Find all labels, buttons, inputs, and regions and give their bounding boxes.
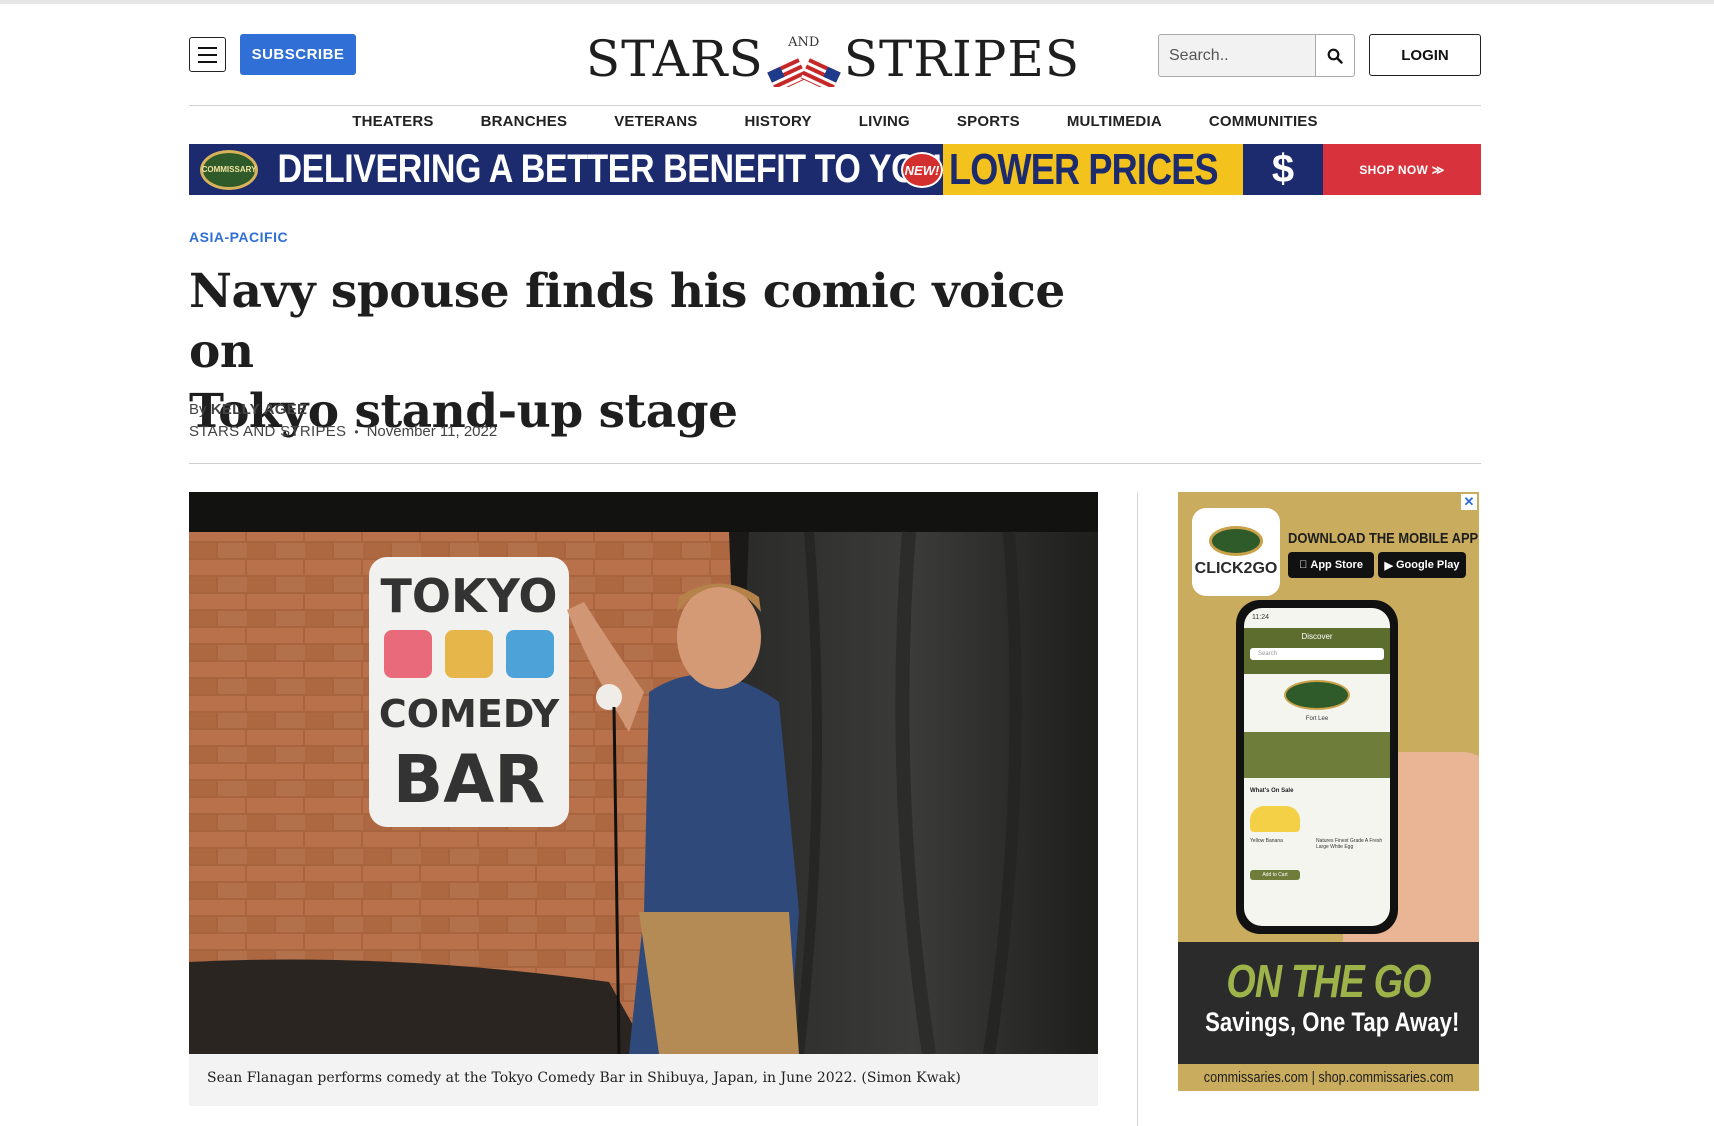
ad-urls-text: commissaries.com | shop.commissaries.com [1203, 1069, 1454, 1086]
ad-download-text: DOWNLOAD THE MOBILE APP [1288, 530, 1479, 547]
logo-stripes-text: STRIPES [843, 30, 1081, 88]
phone-section: What's On Sale [1250, 788, 1294, 794]
photo-caption-box: Sean Flanagan performs comedy at the Tok… [189, 1054, 1098, 1106]
article-date: November 11, 2022 [366, 423, 498, 440]
nav-item-living[interactable]: LIVING [859, 113, 910, 137]
top-ad-banner[interactable]: COMMISSARY DELIVERING A BETTER BENEFIT T… [189, 144, 1481, 195]
main-nav: THEATERS BRANCHES VETERANS HISTORY LIVIN… [189, 113, 1481, 137]
article-title: Navy spouse finds his comic voice on Tok… [189, 262, 1089, 442]
phone-search: Search [1250, 648, 1384, 660]
phone-item1: Yellow Banana [1250, 838, 1283, 844]
ad-headline: DELIVERING A BETTER BENEFIT TO YOU [277, 147, 942, 191]
google-play-label: Google Play [1395, 559, 1460, 571]
article-main-photo[interactable]: TOKYO COMEDY BAR [189, 492, 1098, 1054]
ad-on-the-go: ON THE GO [1226, 955, 1431, 1007]
logo-and-text: AND [788, 35, 820, 50]
commissary-badge: COMMISSARY [189, 144, 269, 195]
search-input[interactable]: Search.. [1158, 34, 1315, 77]
logo-flags-emblem: AND [766, 31, 842, 93]
photo-caption: Sean Flanagan performs comedy at the Tok… [207, 1070, 961, 1086]
header-divider [189, 105, 1481, 106]
byline: By KELLY AGEE [189, 401, 307, 418]
search-button[interactable] [1315, 34, 1355, 77]
phone-item2: Natures Finest Grade A Fresh Large White… [1316, 838, 1383, 850]
ad-savings-text: Savings, One Tap Away! [1205, 1007, 1460, 1037]
nav-item-sports[interactable]: SPORTS [957, 113, 1020, 137]
article-category-link[interactable]: ASIA-PACIFIC [189, 229, 288, 245]
sidebar-ad[interactable]: ✕ CLICK2GO DOWNLOAD THE MOBILE APP  App… [1178, 492, 1479, 1091]
top-border [0, 0, 1714, 4]
ad-new-badge: NEW! [901, 152, 943, 188]
hamburger-icon-bar [198, 53, 217, 56]
article-header-divider [189, 463, 1481, 464]
logo-stars-text: STARS [585, 30, 764, 88]
login-button[interactable]: LOGIN [1369, 34, 1481, 76]
subscribe-button[interactable]: SUBSCRIBE [240, 34, 356, 75]
search-icon [1327, 48, 1343, 64]
commissary-seal-icon: COMMISSARY [200, 149, 258, 190]
nav-item-multimedia[interactable]: MULTIMEDIA [1067, 113, 1162, 137]
site-header: SUBSCRIBE STARS AND STRIPES Search.. LOG… [189, 30, 1481, 93]
site-logo[interactable]: STARS AND STRIPES [586, 30, 1079, 93]
google-play-button[interactable]: ▶ Google Play [1378, 552, 1466, 578]
hamburger-menu-button[interactable] [189, 37, 226, 72]
sign-tokyo-text: TOKYO [381, 569, 558, 623]
nav-item-communities[interactable]: COMMUNITIES [1209, 113, 1318, 137]
click2go-brand: CLICK2GO [1194, 560, 1278, 577]
phone-screen: 11:24 Discover Search Fort Lee What's On… [1244, 608, 1390, 926]
nav-item-veterans[interactable]: VETERANS [614, 113, 697, 137]
phone-mockup: 11:24 Discover Search Fort Lee What's On… [1236, 600, 1398, 934]
hamburger-icon-bar [198, 60, 217, 63]
hamburger-icon-bar [198, 46, 217, 49]
nav-item-branches[interactable]: BRANCHES [481, 113, 568, 137]
play-icon: ▶ [1384, 559, 1396, 572]
phone-title: Discover [1301, 632, 1333, 641]
comedy-stage-image: TOKYO COMEDY BAR [189, 492, 1098, 1054]
separator-dot: • [354, 424, 359, 439]
author-link[interactable]: KELLY AGEE [211, 401, 308, 418]
commissary-seal-icon [1209, 526, 1263, 556]
ad-shop-now-button[interactable]: SHOP NOW ≫ [1323, 144, 1481, 195]
close-ad-icon[interactable]: ✕ [1461, 494, 1477, 510]
app-store-button[interactable]:  App Store [1288, 552, 1374, 578]
ad-urls: commissaries.com | shop.commissaries.com [1178, 1064, 1479, 1091]
phone-add-to-cart: Add to Cart [1250, 870, 1300, 880]
ad-lower-prices: LOWER PRICES [943, 144, 1243, 195]
byline-prefix: By [189, 401, 207, 418]
click2go-logo: CLICK2GO [1192, 508, 1280, 596]
dollar-icon: $ [1271, 147, 1295, 191]
phone-store: Fort Lee [1305, 716, 1329, 722]
phone-time: 11:24 [1252, 614, 1269, 621]
column-divider [1137, 492, 1138, 1126]
sign-bar-text: BAR [393, 741, 545, 818]
apple-icon:  [1299, 559, 1307, 571]
ad-lower-prices-text: LOWER PRICES [949, 144, 1219, 194]
sign-comedy-text: COMEDY [379, 692, 560, 736]
article-title-line1: Navy spouse finds his comic voice on [189, 264, 1065, 379]
nav-item-theaters[interactable]: THEATERS [352, 113, 433, 137]
article-source: STARS AND STRIPES [189, 423, 347, 440]
app-store-label: App Store [1306, 559, 1363, 571]
publication-info: STARS AND STRIPES • November 11, 2022 [189, 423, 497, 440]
nav-item-history[interactable]: HISTORY [744, 113, 811, 137]
